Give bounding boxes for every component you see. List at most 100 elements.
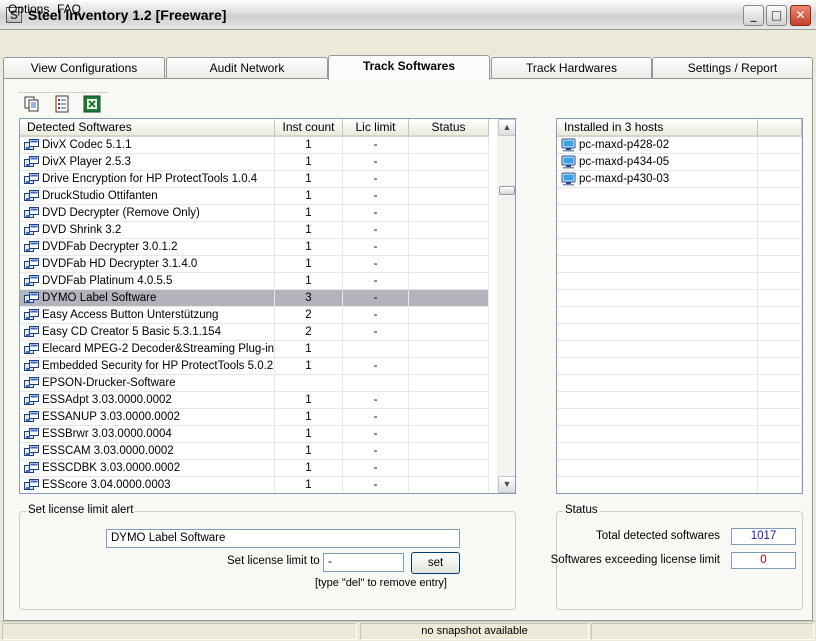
empty-cell [557,375,758,391]
host-name: pc-maxd-p434-05 [579,156,670,168]
software-row[interactable]: Embedded Security for HP ProtectTools 5.… [20,358,489,375]
license-limit-input[interactable]: - [323,553,404,572]
status-cell [409,324,489,340]
scroll-down-button[interactable]: ▼ [498,476,515,493]
menu-bar [0,30,816,49]
software-package-icon [24,360,39,371]
software-package-icon [24,241,39,252]
software-row[interactable]: DVD Decrypter (Remove Only) 1- [20,205,489,222]
host-extra-cell [758,171,802,187]
empty-cell [758,341,802,357]
empty-cell [557,409,758,425]
empty-cell [758,409,802,425]
software-row[interactable]: DYMO Label Software 3- [20,290,489,307]
header-installed-hosts[interactable]: Installed in 3 hosts [557,119,758,137]
software-row[interactable]: Easy CD Creator 5 Basic 5.3.1.154 2- [20,324,489,341]
host-row[interactable]: pc-maxd-p434-05 [557,154,802,171]
total-softwares-value: 1017 [731,528,796,545]
status-cell [409,256,489,272]
software-row[interactable]: EPSON-Drucker-Software [20,375,489,392]
software-row[interactable]: ESSCDBK 3.03.0000.0002 1- [20,460,489,477]
software-row[interactable]: DivX Player 2.5.3 1- [20,154,489,171]
header-lic-limit[interactable]: Lic limit [343,119,409,137]
software-row[interactable]: DVDFab Platinum 4.0.5.5 1- [20,273,489,290]
computer-icon [561,138,576,152]
copy-button[interactable] [23,95,41,113]
tab-settings-report[interactable]: Settings / Report [652,57,813,78]
header-status[interactable]: Status [409,119,489,137]
software-row[interactable]: DVDFab HD Decrypter 3.1.4.0 1- [20,256,489,273]
tab-audit-network[interactable]: Audit Network [166,57,328,78]
host-extra-cell [758,154,802,170]
software-name-cell: ESScore 3.04.0000.0003 [20,477,275,493]
lic-limit-cell [343,375,409,391]
software-package-icon [24,258,39,269]
exceeding-license-value: 0 [731,552,796,569]
header-detected-softwares[interactable]: Detected Softwares [20,119,275,137]
inst-count-cell: 1 [275,477,343,493]
software-row[interactable]: Elecard MPEG-2 Decoder&Streaming Plug-in… [20,341,489,358]
inst-count-cell: 1 [275,426,343,442]
status-cell [409,137,489,153]
status-cell [409,375,489,391]
inst-count-cell: 1 [275,409,343,425]
empty-row [557,307,802,324]
total-softwares-label: Total detected softwares [595,530,720,542]
close-button[interactable]: ✕ [790,5,811,26]
host-row[interactable]: pc-maxd-p430-03 [557,171,802,188]
empty-row [557,443,802,460]
tab-track-hardwares[interactable]: Track Hardwares [491,57,652,78]
scroll-thumb[interactable] [499,186,515,195]
software-row[interactable]: DVD Shrink 3.2 1- [20,222,489,239]
software-list[interactable]: Detected Softwares Inst count Lic limit … [19,118,516,494]
software-row[interactable]: DivX Codec 5.1.1 1- [20,137,489,154]
software-list-scrollbar[interactable]: ▲ ▼ [497,119,515,493]
empty-cell [758,188,802,204]
software-row[interactable]: Drive Encryption for HP ProtectTools 1.0… [20,171,489,188]
software-row[interactable]: ESSCAM 3.03.0000.0002 1- [20,443,489,460]
tab-view-configurations[interactable]: View Configurations [3,57,165,78]
lic-limit-cell: - [343,205,409,221]
maximize-button[interactable]: □ [766,5,787,26]
software-name-cell: ESSBrwr 3.03.0000.0004 [20,426,275,442]
lic-limit-cell: - [343,239,409,255]
software-package-icon [24,411,39,422]
software-name-cell: ESSAdpt 3.03.0000.0002 [20,392,275,408]
scroll-up-button[interactable]: ▲ [498,119,515,136]
menu-faq[interactable]: FAQ [57,2,81,16]
software-name-cell: DVDFab Decrypter 3.0.1.2 [20,239,275,255]
tab-track-softwares[interactable]: Track Softwares [328,55,490,80]
software-package-icon [24,224,39,235]
host-row[interactable]: pc-maxd-p428-02 [557,137,802,154]
selected-software-field[interactable]: DYMO Label Software [106,529,460,548]
status-cell [409,426,489,442]
header-inst-count[interactable]: Inst count [275,119,343,137]
software-row[interactable]: DVDFab Decrypter 3.0.1.2 1- [20,239,489,256]
set-button[interactable]: set [411,552,460,574]
software-name: ESSCDBK 3.03.0000.0002 [42,462,181,474]
inst-count-cell: 1 [275,460,343,476]
report-button[interactable] [53,95,71,113]
inst-count-cell: 1 [275,273,343,289]
software-package-icon [24,462,39,473]
software-row[interactable]: DruckStudio Ottifanten 1- [20,188,489,205]
minimize-button[interactable]: _ [743,5,764,26]
inst-count-cell: 2 [275,324,343,340]
software-row[interactable]: ESScore 3.04.0000.0003 1- [20,477,489,493]
software-name-cell: Easy CD Creator 5 Basic 5.3.1.154 [20,324,275,340]
software-name-cell: DYMO Label Software [20,290,275,306]
host-list[interactable]: Installed in 3 hosts pc-maxd-p428-02 pc-m… [556,118,803,494]
empty-cell [557,205,758,221]
software-row[interactable]: Easy Access Button Unterstützung 2- [20,307,489,324]
menu-options[interactable]: Options [8,2,49,16]
empty-row [557,324,802,341]
minimize-icon: _ [750,8,757,22]
excel-export-button[interactable] [83,95,101,113]
excel-export-icon [83,95,101,113]
header-host-extra[interactable] [758,119,802,137]
software-name: DruckStudio Ottifanten [42,190,158,202]
software-row[interactable]: ESSAdpt 3.03.0000.0002 1- [20,392,489,409]
software-row[interactable]: ESSBrwr 3.03.0000.0004 1- [20,426,489,443]
software-row[interactable]: ESSANUP 3.03.0000.0002 1- [20,409,489,426]
software-name: ESSANUP 3.03.0000.0002 [42,411,180,423]
